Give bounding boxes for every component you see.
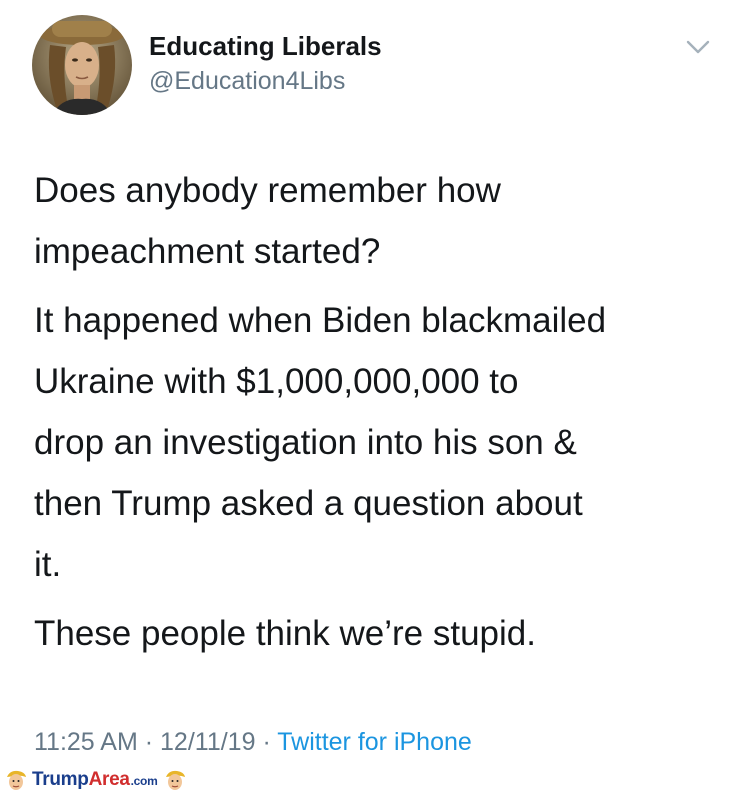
site-watermark: TrumpArea.com (4, 767, 187, 793)
user-avatar-photo-icon (32, 15, 132, 115)
tweet-paragraph: These people think we’re stupid. (34, 614, 536, 653)
meta-separator: · (262, 728, 271, 756)
author-handle[interactable]: @Education4Libs (149, 66, 345, 96)
tweet-source-link[interactable]: Twitter for iPhone (277, 728, 472, 756)
author-display-name[interactable]: Educating Liberals (149, 30, 382, 62)
tweet-meta: 11:25 AM · 12/11/19 · Twitter for iPhone (34, 726, 472, 758)
trump-caricature-icon (7, 770, 26, 790)
tweet-paragraph: It happened when Biden blackmailed Ukrai… (34, 301, 607, 584)
meta-separator: · (144, 728, 154, 756)
tweet-time[interactable]: 11:25 AM (34, 728, 138, 756)
tweet-paragraph: Does anybody remember how impeachment st… (34, 171, 501, 271)
watermark-brand-suffix: .com (130, 774, 158, 788)
watermark-brand: TrumpArea.com (32, 769, 158, 791)
trump-caricature-icon (166, 770, 186, 790)
tweet-text: Does anybody remember how impeachment st… (34, 160, 724, 664)
watermark-brand-part1: Trump (32, 769, 89, 790)
chevron-down-icon (686, 40, 710, 54)
tweet-menu-button[interactable] (684, 36, 712, 58)
tweet-date[interactable]: 12/11/19 (160, 728, 255, 756)
author-avatar[interactable] (32, 15, 132, 115)
watermark-brand-part2: Area (88, 769, 130, 790)
